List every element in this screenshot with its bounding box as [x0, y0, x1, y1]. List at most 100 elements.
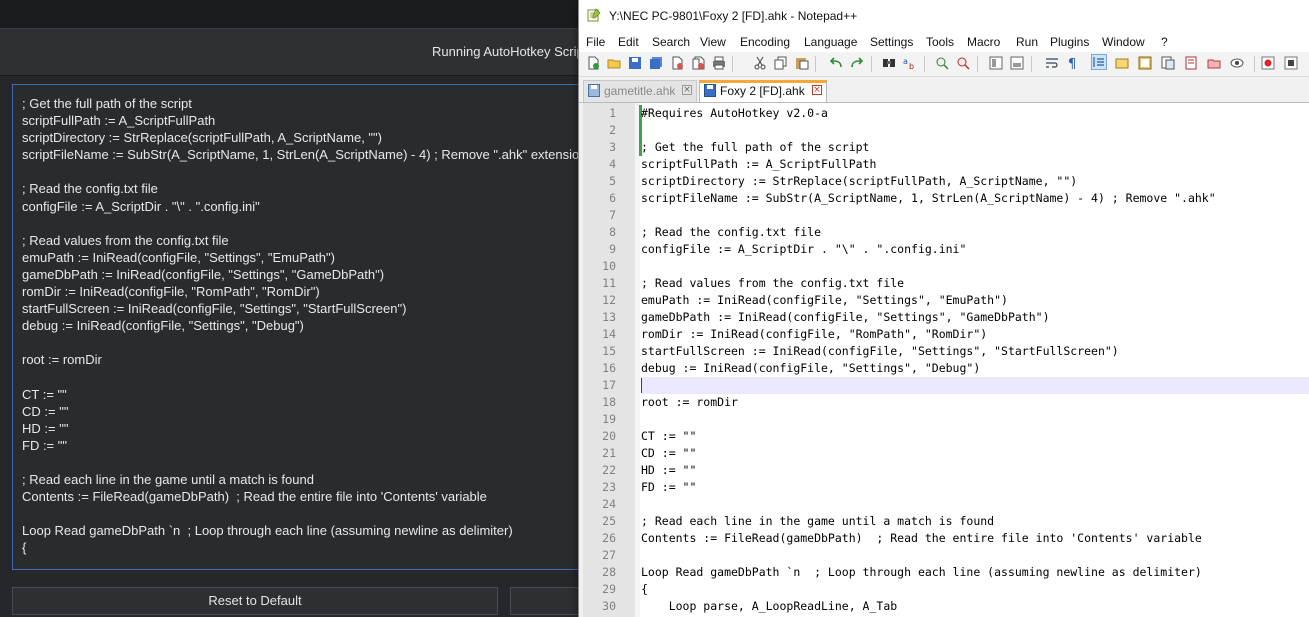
script-line: romDir := IniRead(configFile, "RomPath",…	[22, 284, 320, 300]
line-number: 17	[602, 378, 616, 392]
line-number: 2	[609, 123, 616, 137]
close-all-icon[interactable]	[691, 56, 705, 70]
line-number: 5	[609, 174, 616, 188]
print-icon[interactable]	[712, 56, 726, 70]
document-map-icon[interactable]	[1138, 56, 1152, 70]
menu-search[interactable]: Search	[652, 35, 690, 49]
tab-foxy-2-fd-ahk[interactable]: Foxy 2 [FD].ahk ×	[699, 80, 827, 102]
code-line: 1 #Requires AutoHotkey v2.0-a	[583, 105, 1309, 122]
project-panel-icon[interactable]	[1207, 56, 1221, 70]
saved-file-icon	[588, 84, 600, 97]
cut-icon[interactable]	[753, 56, 767, 70]
open-file-icon[interactable]	[607, 56, 621, 70]
line-number: 13	[602, 310, 616, 324]
line-number: 8	[609, 225, 616, 239]
sync-horizontal-icon[interactable]	[1010, 56, 1024, 70]
code-line: 29 {	[583, 581, 1309, 598]
line-number: 4	[609, 157, 616, 171]
paste-icon[interactable]	[795, 56, 809, 70]
script-text-area[interactable]: ; Get the full path of the script scriptF…	[12, 84, 612, 570]
code-line: 11 ; Read values from the config.txt file	[583, 275, 1309, 292]
line-number: 25	[602, 514, 616, 528]
svg-text:b: b	[909, 62, 914, 70]
code-text: CT := ""	[641, 429, 697, 443]
menu-language[interactable]: Language	[804, 35, 857, 49]
code-text: Loop parse, A_LoopReadLine, A_Tab	[641, 599, 898, 613]
code-line: 14 romDir := IniRead(configFile, "RomPath…	[583, 326, 1309, 343]
menu-run[interactable]: Run	[1016, 35, 1038, 49]
menu-plugins[interactable]: Plugins	[1050, 35, 1089, 49]
code-line: 25 ; Read each line in the game until a m…	[583, 513, 1309, 530]
save-all-icon[interactable]	[649, 56, 663, 70]
folder-as-workspace-icon[interactable]	[1184, 56, 1198, 70]
code-editor[interactable]: 1 #Requires AutoHotkey v2.0-a 2 3; Get the …	[583, 103, 1309, 617]
menu-macro[interactable]: Macro	[967, 35, 1000, 49]
svg-text:a: a	[903, 57, 908, 66]
line-number: 9	[609, 242, 616, 256]
close-file-icon[interactable]	[670, 56, 684, 70]
code-line: 6 scriptFileName := SubStr(A_ScriptName, …	[583, 190, 1309, 207]
indent-guide-icon[interactable]	[1091, 54, 1107, 70]
line-number: 11	[602, 276, 616, 290]
code-line: 10	[583, 258, 1309, 275]
code-line: 5 scriptDirectory := StrReplace(scriptFul…	[583, 173, 1309, 190]
line-number: 16	[602, 361, 616, 375]
code-line: 17	[583, 377, 1309, 394]
code-line: 3 ; Get the full path of the script	[583, 139, 1309, 156]
reset-to-default-button[interactable]: Reset to Default	[12, 587, 498, 615]
code-line: 12 emuPath := IniRead(configFile, "Settin…	[583, 292, 1309, 309]
menu-edit[interactable]: Edit	[618, 35, 639, 49]
code-text: emuPath := IniRead(configFile, "Settings…	[641, 293, 1008, 307]
user-defined-language-icon[interactable]	[1115, 56, 1129, 70]
redo-icon[interactable]	[850, 56, 864, 70]
script-line: CT := ""	[22, 386, 67, 402]
macro-record-icon[interactable]	[1261, 56, 1275, 70]
zoom-out-icon[interactable]	[956, 56, 970, 70]
code-text: ; Read values from the config.txt file	[641, 276, 905, 290]
find-icon[interactable]	[882, 56, 896, 70]
toolbar-separator	[815, 56, 816, 72]
menu-help[interactable]: ?	[1161, 35, 1168, 49]
zoom-in-icon[interactable]	[935, 56, 949, 70]
code-text: ; Get the full path of the script	[641, 140, 870, 154]
code-line: 20 CT := ""	[583, 428, 1309, 445]
sync-vertical-icon[interactable]	[989, 56, 1003, 70]
code-text: scriptDirectory := StrReplace(scriptFull…	[641, 174, 1078, 188]
menu-view[interactable]: View	[700, 35, 726, 49]
script-line	[22, 369, 586, 386]
macro-stop-icon[interactable]	[1284, 56, 1298, 70]
title-bar[interactable]: Y:\NEC PC-9801\Foxy 2 [FD].ahk - Notepad…	[579, 0, 1309, 32]
menu-encoding[interactable]: Encoding	[740, 35, 790, 49]
line-number: 22	[602, 463, 616, 477]
monitoring-icon[interactable]	[1230, 56, 1244, 70]
line-number: 28	[602, 565, 616, 579]
new-file-icon[interactable]	[586, 56, 600, 70]
close-tab-icon[interactable]: ×	[682, 85, 692, 95]
toolbar-separator	[1254, 56, 1255, 72]
copy-icon[interactable]	[774, 56, 788, 70]
save-icon[interactable]	[628, 56, 642, 70]
script-line: scriptFullPath := A_ScriptFullPath	[22, 113, 216, 129]
code-line: 4 scriptFullPath := A_ScriptFullPath	[583, 156, 1309, 173]
code-line: 26 Contents := FileRead(gameDbPath) ; Rea…	[583, 530, 1309, 547]
code-text: Contents := FileRead(gameDbPath) ; Read …	[641, 531, 1202, 545]
code-text: romDir := IniRead(configFile, "RomPath",…	[641, 327, 988, 341]
code-text: configFile := A_ScriptDir . "\" . ".conf…	[641, 242, 967, 256]
menu-file[interactable]: File	[586, 35, 605, 49]
close-tab-icon[interactable]: ×	[812, 85, 822, 95]
code-line: 18 root := romDir	[583, 394, 1309, 411]
show-all-characters-icon[interactable]: ¶	[1066, 56, 1080, 70]
word-wrap-icon[interactable]	[1045, 56, 1059, 70]
line-number: 21	[602, 446, 616, 460]
menu-window[interactable]: Window	[1102, 35, 1145, 49]
menu-settings[interactable]: Settings	[870, 35, 913, 49]
tab-gametitle-ahk[interactable]: gametitle.ahk ×	[583, 80, 697, 102]
code-line: 21 CD := ""	[583, 445, 1309, 462]
menu-tools[interactable]: Tools	[926, 35, 954, 49]
undo-icon[interactable]	[829, 56, 843, 70]
replace-icon[interactable]: ab	[903, 56, 917, 70]
script-line: CD := ""	[22, 403, 69, 419]
script-line: scriptFileName := SubStr(A_ScriptName, 1…	[22, 147, 587, 163]
function-list-icon[interactable]	[1161, 56, 1175, 70]
toolbar-separator	[924, 56, 925, 72]
